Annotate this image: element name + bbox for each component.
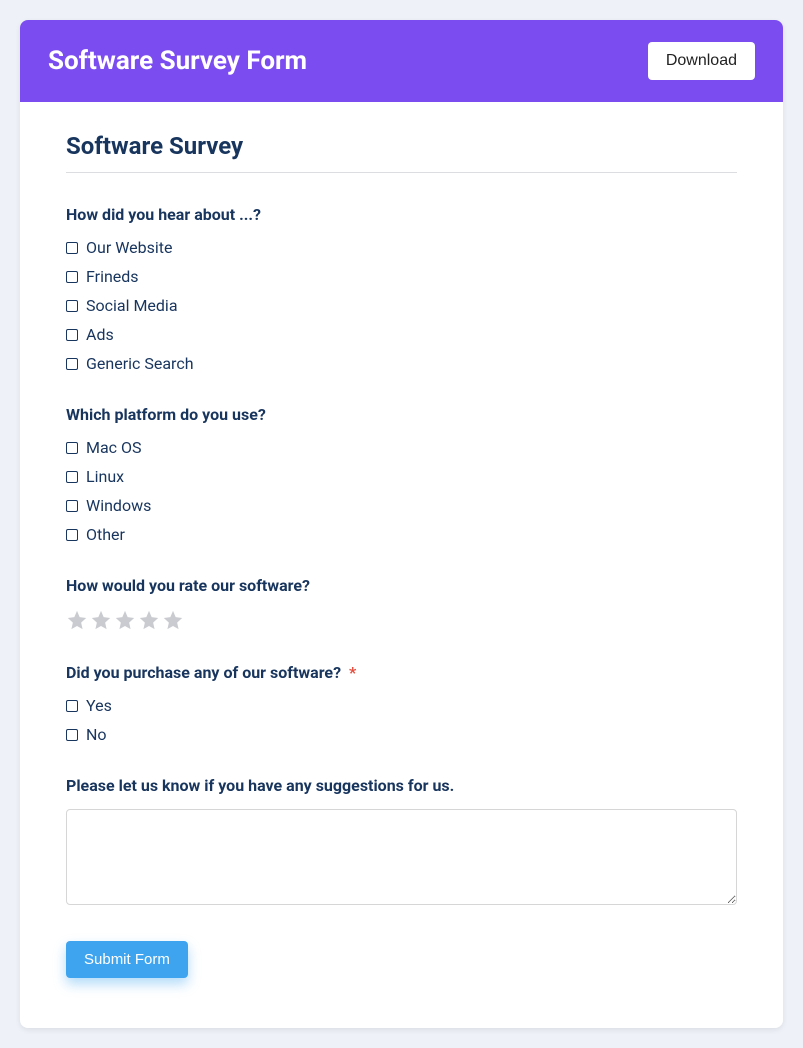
- checkbox-icon[interactable]: [66, 442, 78, 454]
- survey-card: Software Survey Form Download Software S…: [20, 20, 783, 1028]
- star-icon[interactable]: [114, 609, 136, 631]
- checkbox-icon[interactable]: [66, 329, 78, 341]
- option-label: Mac OS: [86, 438, 142, 457]
- option-label: Other: [86, 525, 125, 544]
- star-icon[interactable]: [138, 609, 160, 631]
- option-other[interactable]: Other: [66, 525, 737, 544]
- star-rating: [66, 609, 737, 631]
- option-windows[interactable]: Windows: [66, 496, 737, 515]
- checkbox-icon[interactable]: [66, 242, 78, 254]
- question-suggestions: Please let us know if you have any sugge…: [66, 776, 737, 909]
- option-no[interactable]: No: [66, 725, 737, 744]
- option-friends[interactable]: Frineds: [66, 267, 737, 286]
- option-label: Linux: [86, 467, 124, 486]
- option-generic-search[interactable]: Generic Search: [66, 354, 737, 373]
- option-label: Generic Search: [86, 354, 194, 373]
- question-platform: Which platform do you use? Mac OS Linux …: [66, 405, 737, 544]
- checkbox-icon[interactable]: [66, 729, 78, 741]
- option-label: Yes: [86, 696, 112, 715]
- question-label: Please let us know if you have any sugge…: [66, 776, 737, 795]
- option-label: Our Website: [86, 238, 173, 257]
- question-label: Did you purchase any of our software? *: [66, 663, 737, 682]
- option-label: Frineds: [86, 267, 139, 286]
- checkbox-icon[interactable]: [66, 529, 78, 541]
- question-label: How would you rate our software?: [66, 576, 737, 595]
- option-label: Social Media: [86, 296, 178, 315]
- checkbox-icon[interactable]: [66, 471, 78, 483]
- checkbox-icon[interactable]: [66, 300, 78, 312]
- header: Software Survey Form Download: [20, 20, 783, 102]
- checkbox-icon[interactable]: [66, 271, 78, 283]
- option-label: No: [86, 725, 107, 744]
- question-purchase: Did you purchase any of our software? * …: [66, 663, 737, 744]
- suggestions-textarea[interactable]: [66, 809, 737, 905]
- option-linux[interactable]: Linux: [66, 467, 737, 486]
- option-ads[interactable]: Ads: [66, 325, 737, 344]
- question-label-text: Did you purchase any of our software?: [66, 663, 341, 682]
- form-title: Software Survey: [66, 132, 737, 173]
- checkbox-icon[interactable]: [66, 700, 78, 712]
- checkbox-icon[interactable]: [66, 358, 78, 370]
- question-label: Which platform do you use?: [66, 405, 737, 424]
- question-hear-about: How did you hear about ...? Our Website …: [66, 205, 737, 373]
- checkbox-icon[interactable]: [66, 500, 78, 512]
- option-our-website[interactable]: Our Website: [66, 238, 737, 257]
- question-rating: How would you rate our software?: [66, 576, 737, 631]
- star-icon[interactable]: [90, 609, 112, 631]
- star-icon[interactable]: [162, 609, 184, 631]
- form-body: Software Survey How did you hear about .…: [20, 102, 783, 1028]
- option-yes[interactable]: Yes: [66, 696, 737, 715]
- option-social-media[interactable]: Social Media: [66, 296, 737, 315]
- option-label: Ads: [86, 325, 114, 344]
- option-label: Windows: [86, 496, 151, 515]
- required-marker: *: [349, 663, 356, 682]
- question-label: How did you hear about ...?: [66, 205, 737, 224]
- download-button[interactable]: Download: [648, 42, 755, 80]
- submit-button[interactable]: Submit Form: [66, 941, 188, 978]
- header-title: Software Survey Form: [48, 46, 307, 76]
- option-macos[interactable]: Mac OS: [66, 438, 737, 457]
- star-icon[interactable]: [66, 609, 88, 631]
